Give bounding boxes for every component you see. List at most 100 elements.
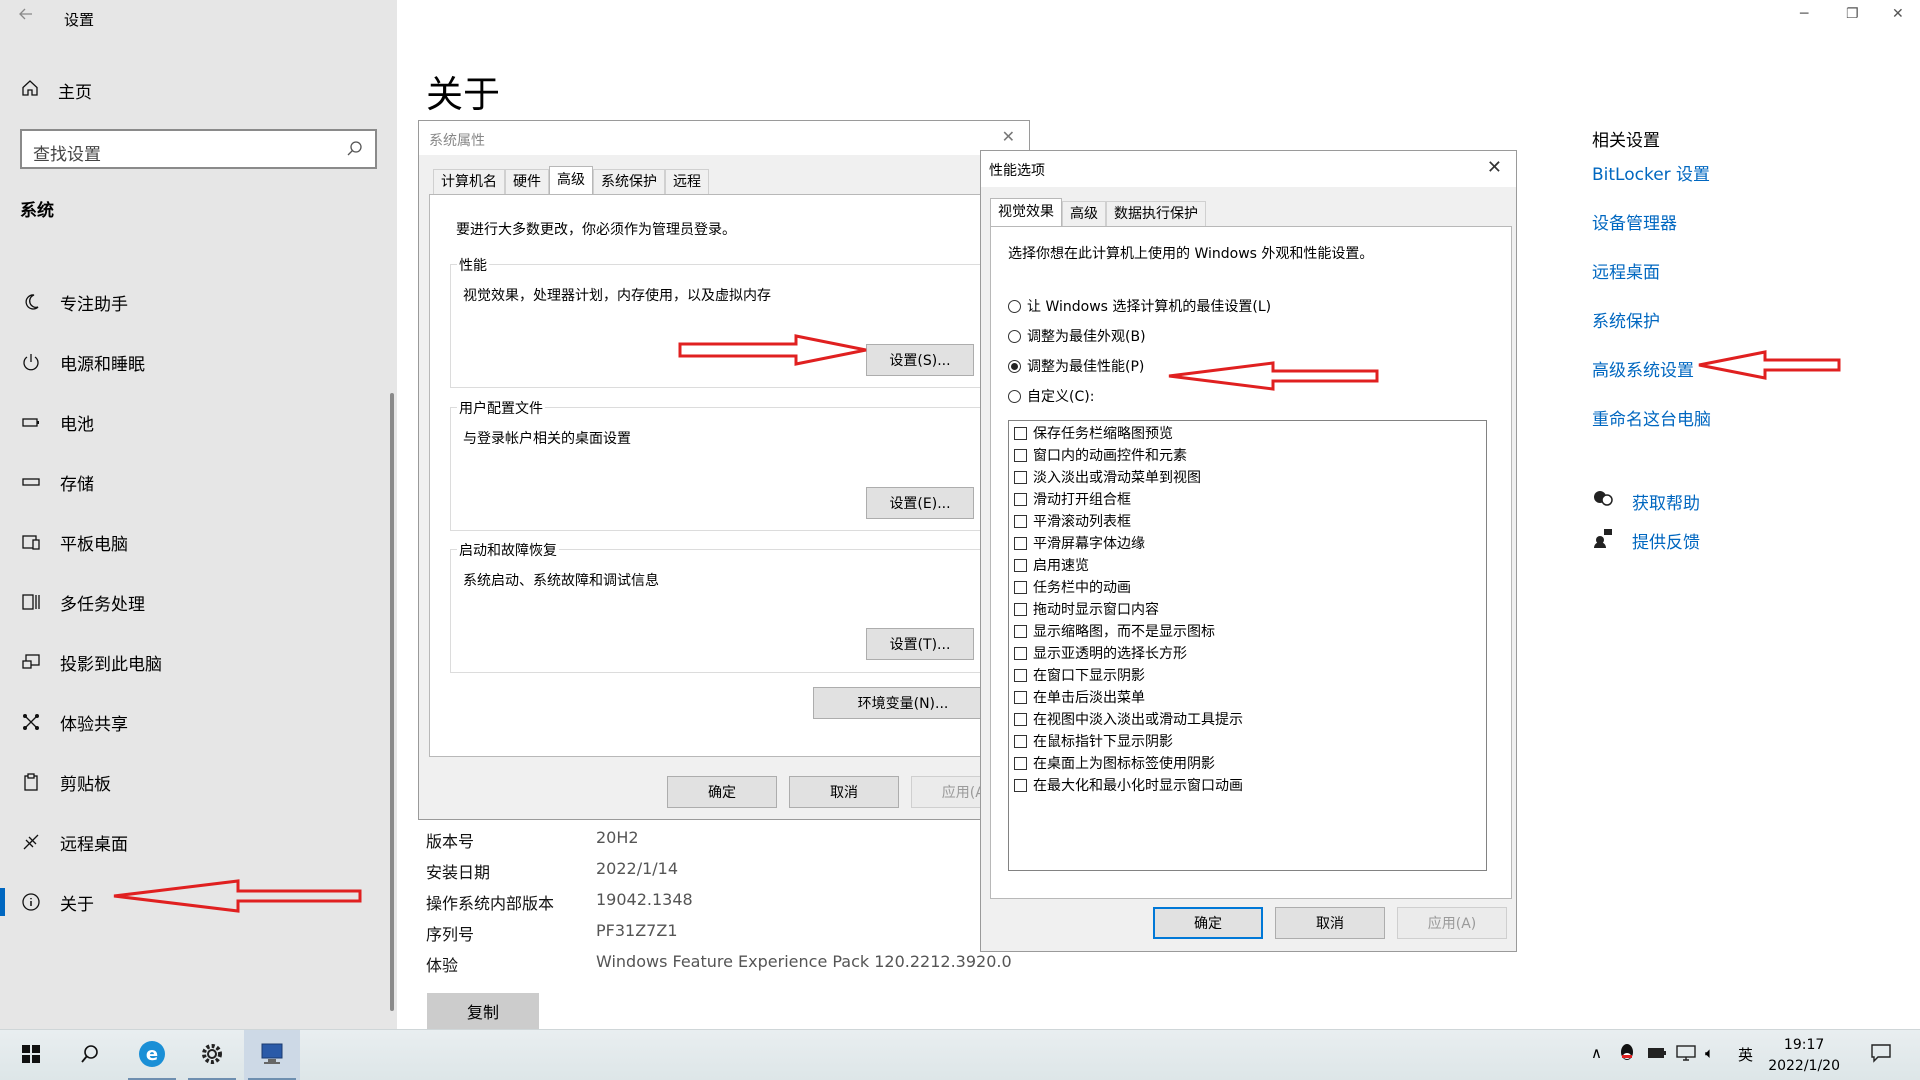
link-advanced-system-settings[interactable]: 高级系统设置 bbox=[1592, 356, 1694, 381]
perf-settings-button[interactable]: 设置(S)... bbox=[866, 344, 974, 376]
spec-key: 操作系统内部版本 bbox=[426, 894, 555, 913]
restore-icon[interactable]: ❐ bbox=[1846, 6, 1859, 22]
tab-dep[interactable]: 数据执行保护 bbox=[1106, 201, 1206, 227]
battery-icon[interactable] bbox=[1647, 1046, 1667, 1064]
checkbox-item[interactable]: 启用速览 bbox=[1014, 554, 1089, 576]
radio-custom[interactable]: 自定义(C): bbox=[1008, 386, 1094, 406]
ime-indicator[interactable]: 英 bbox=[1738, 1044, 1753, 1065]
tablet-icon bbox=[20, 531, 42, 553]
tab-advanced[interactable]: 高级 bbox=[1062, 201, 1106, 227]
checkbox-item[interactable]: 在单击后淡出菜单 bbox=[1014, 686, 1145, 708]
checkbox-item[interactable]: 淡入淡出或滑动菜单到视图 bbox=[1014, 466, 1201, 488]
feedback-link[interactable]: 提供反馈 bbox=[1592, 527, 1700, 554]
link-device-manager[interactable]: 设备管理器 bbox=[1592, 209, 1677, 234]
network-icon[interactable] bbox=[1675, 1044, 1697, 1066]
apply-button[interactable]: 应用(A) bbox=[1397, 907, 1507, 939]
checkbox-label: 在桌面上为图标标签使用阴影 bbox=[1033, 756, 1215, 772]
radio-best-performance[interactable]: 调整为最佳性能(P) bbox=[1008, 356, 1144, 376]
nav-item-power[interactable]: 电源和睡眠 bbox=[0, 332, 397, 392]
checkbox-item[interactable]: 在桌面上为图标标签使用阴影 bbox=[1014, 752, 1215, 774]
dialog-title: 系统属性 bbox=[429, 133, 485, 149]
checkbox-label: 在视图中淡入淡出或滑动工具提示 bbox=[1033, 712, 1243, 728]
tab-advanced[interactable]: 高级 bbox=[549, 166, 593, 194]
env-variables-button[interactable]: 环境变量(N)... bbox=[813, 687, 993, 719]
chevron-up-icon[interactable]: ∧ bbox=[1591, 1044, 1602, 1062]
checkbox-item[interactable]: 保存任务栏缩略图预览 bbox=[1014, 422, 1173, 444]
checkbox-item[interactable]: 显示缩略图，而不是显示图标 bbox=[1014, 620, 1215, 642]
notification-icon[interactable] bbox=[1870, 1043, 1892, 1067]
tab-hardware[interactable]: 硬件 bbox=[505, 169, 549, 195]
cancel-button[interactable]: 取消 bbox=[789, 776, 899, 808]
checkbox-item[interactable]: 滑动打开组合框 bbox=[1014, 488, 1131, 510]
tab-strip: 计算机名 硬件 高级 系统保护 远程 bbox=[433, 166, 709, 195]
checkbox-item[interactable]: 窗口内的动画控件和元素 bbox=[1014, 444, 1187, 466]
checkbox-item[interactable]: 在鼠标指针下显示阴影 bbox=[1014, 730, 1173, 752]
startup-recovery-group: 启动和故障恢复 系统启动、系统故障和调试信息 设置(T)... bbox=[450, 540, 1010, 673]
minimize-icon[interactable]: ─ bbox=[1800, 6, 1808, 22]
tab-system-protection[interactable]: 系统保护 bbox=[593, 169, 665, 195]
nav-item-battery[interactable]: 电池 bbox=[0, 392, 397, 452]
radio-best-appearance[interactable]: 调整为最佳外观(B) bbox=[1008, 326, 1146, 346]
checkbox-item[interactable]: 在视图中淡入淡出或滑动工具提示 bbox=[1014, 708, 1243, 730]
dialog-titlebar[interactable]: 性能选项 ✕ bbox=[981, 151, 1516, 187]
nav-item-multitask[interactable]: 多任务处理 bbox=[0, 572, 397, 632]
settings-app-button[interactable] bbox=[184, 1030, 240, 1080]
system-properties-taskbar-button[interactable] bbox=[244, 1030, 300, 1080]
search-icon[interactable] bbox=[345, 139, 365, 159]
search-icon bbox=[79, 1043, 101, 1069]
tab-computer-name[interactable]: 计算机名 bbox=[433, 169, 505, 195]
tab-visual-effects[interactable]: 视觉效果 bbox=[990, 198, 1062, 226]
link-system-protection[interactable]: 系统保护 bbox=[1592, 307, 1660, 332]
checkbox-item[interactable]: 显示亚透明的选择长方形 bbox=[1014, 642, 1187, 664]
clock[interactable]: 19:17 2022/1/20 bbox=[1768, 1035, 1840, 1077]
close-icon[interactable]: ✕ bbox=[1002, 127, 1015, 146]
group-title: 启动和故障恢复 bbox=[457, 540, 559, 560]
nav-item-label: 远程桌面 bbox=[60, 834, 128, 855]
browser-button[interactable]: e bbox=[124, 1030, 180, 1080]
tab-remote[interactable]: 远程 bbox=[665, 169, 709, 195]
link-rename-pc[interactable]: 重命名这台电脑 bbox=[1592, 405, 1711, 430]
feedback-icon bbox=[1592, 527, 1614, 554]
nav-item-remote[interactable]: 远程桌面 bbox=[0, 812, 397, 872]
nav-item-label: 投影到此电脑 bbox=[60, 654, 162, 675]
checkbox-box bbox=[1014, 646, 1027, 660]
checkbox-item[interactable]: 在窗口下显示阴影 bbox=[1014, 664, 1145, 686]
checkbox-item[interactable]: 在最大化和最小化时显示窗口动画 bbox=[1014, 774, 1243, 796]
link-bitlocker[interactable]: BitLocker 设置 bbox=[1592, 160, 1710, 185]
nav-item-tablet[interactable]: 平板电脑 bbox=[0, 512, 397, 572]
sidebar-scrollbar[interactable] bbox=[390, 393, 394, 1011]
search-input[interactable]: 查找设置 bbox=[20, 129, 377, 169]
ok-button[interactable]: 确定 bbox=[1153, 907, 1263, 939]
home-nav[interactable]: 主页 bbox=[20, 78, 92, 103]
close-icon[interactable]: ✕ bbox=[1487, 157, 1502, 178]
qq-icon[interactable] bbox=[1619, 1043, 1635, 1067]
search-button[interactable] bbox=[62, 1030, 118, 1080]
copy-button[interactable]: 复制 bbox=[427, 993, 539, 1029]
checkbox-item[interactable]: 平滑滚动列表框 bbox=[1014, 510, 1131, 532]
get-help-link[interactable]: 获取帮助 bbox=[1592, 488, 1700, 515]
feedback-label: 提供反馈 bbox=[1632, 533, 1700, 553]
volume-icon[interactable]: 🔈︎ bbox=[1705, 1044, 1714, 1062]
checkbox-item[interactable]: 拖动时显示窗口内容 bbox=[1014, 598, 1159, 620]
checkbox-box bbox=[1014, 602, 1027, 616]
checkbox-item[interactable]: 任务栏中的动画 bbox=[1014, 576, 1131, 598]
close-icon[interactable]: ✕ bbox=[1892, 6, 1904, 22]
nav-item-focus[interactable]: 专注助手 bbox=[0, 272, 397, 332]
checkbox-label: 平滑屏幕字体边缘 bbox=[1033, 536, 1145, 552]
nav-item-clipboard[interactable]: 剪贴板 bbox=[0, 752, 397, 812]
nav-item-share[interactable]: 体验共享 bbox=[0, 692, 397, 752]
startup-settings-button[interactable]: 设置(T)... bbox=[866, 628, 974, 660]
back-arrow-icon[interactable] bbox=[16, 4, 40, 28]
radio-let-windows-choose[interactable]: 让 Windows 选择计算机的最佳设置(L) bbox=[1008, 296, 1271, 316]
checkbox-box bbox=[1014, 470, 1027, 484]
start-button[interactable] bbox=[3, 1030, 59, 1080]
checkbox-item[interactable]: 平滑屏幕字体边缘 bbox=[1014, 532, 1145, 554]
link-remote-desktop[interactable]: 远程桌面 bbox=[1592, 258, 1660, 283]
ok-button[interactable]: 确定 bbox=[667, 776, 777, 808]
dialog-titlebar[interactable]: 系统属性 ✕ bbox=[419, 121, 1029, 155]
clock-date: 2022/1/20 bbox=[1768, 1058, 1840, 1074]
cancel-button[interactable]: 取消 bbox=[1275, 907, 1385, 939]
nav-item-storage[interactable]: 存储 bbox=[0, 452, 397, 512]
nav-item-project[interactable]: 投影到此电脑 bbox=[0, 632, 397, 692]
profile-settings-button[interactable]: 设置(E)... bbox=[866, 487, 974, 519]
